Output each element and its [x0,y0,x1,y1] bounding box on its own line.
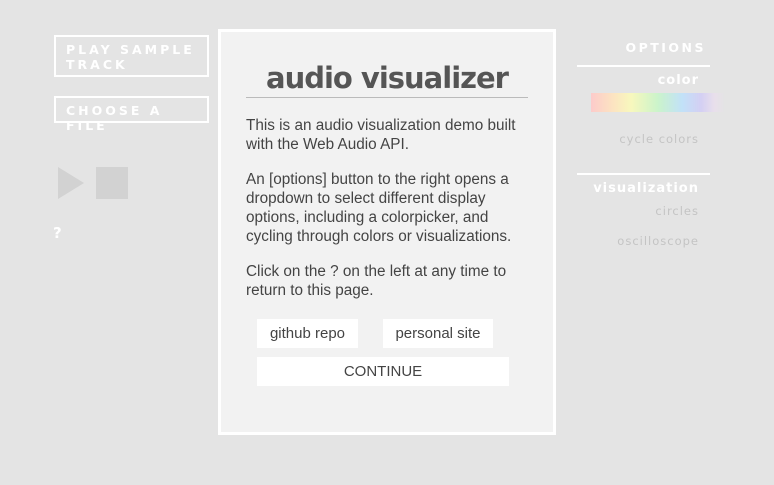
modal-paragraph: This is an audio visualization demo buil… [246,117,516,153]
oscilloscope-option[interactable]: oscilloscope [617,234,699,248]
color-heading: color [657,73,699,88]
stop-icon[interactable] [96,167,128,199]
modal-title: audio visualizer [266,61,509,95]
options-button[interactable]: OPTIONS [577,40,706,55]
visualization-heading: visualization [593,181,699,196]
choose-file-button[interactable]: CHOOSE A FILE [54,96,209,133]
circles-option[interactable]: circles [655,204,699,218]
cycle-colors-option[interactable]: cycle colors [619,132,699,146]
help-button[interactable]: ? [53,224,62,242]
play-icon[interactable] [58,167,84,199]
github-repo-link[interactable]: github repo [257,319,358,348]
options-divider [577,65,710,67]
personal-site-link[interactable]: personal site [383,319,493,348]
modal-divider [246,97,528,98]
continue-button[interactable]: CONTINUE [257,357,509,386]
color-picker[interactable] [591,93,725,112]
intro-modal: audio visualizer This is an audio visual… [218,29,556,435]
modal-paragraph: An [options] button to the right opens a… [246,171,512,245]
visualization-divider [577,173,710,175]
modal-paragraph: Click on the ? on the left at any time t… [246,263,507,299]
play-sample-track-button[interactable]: PLAY SAMPLE TRACK [54,35,209,77]
